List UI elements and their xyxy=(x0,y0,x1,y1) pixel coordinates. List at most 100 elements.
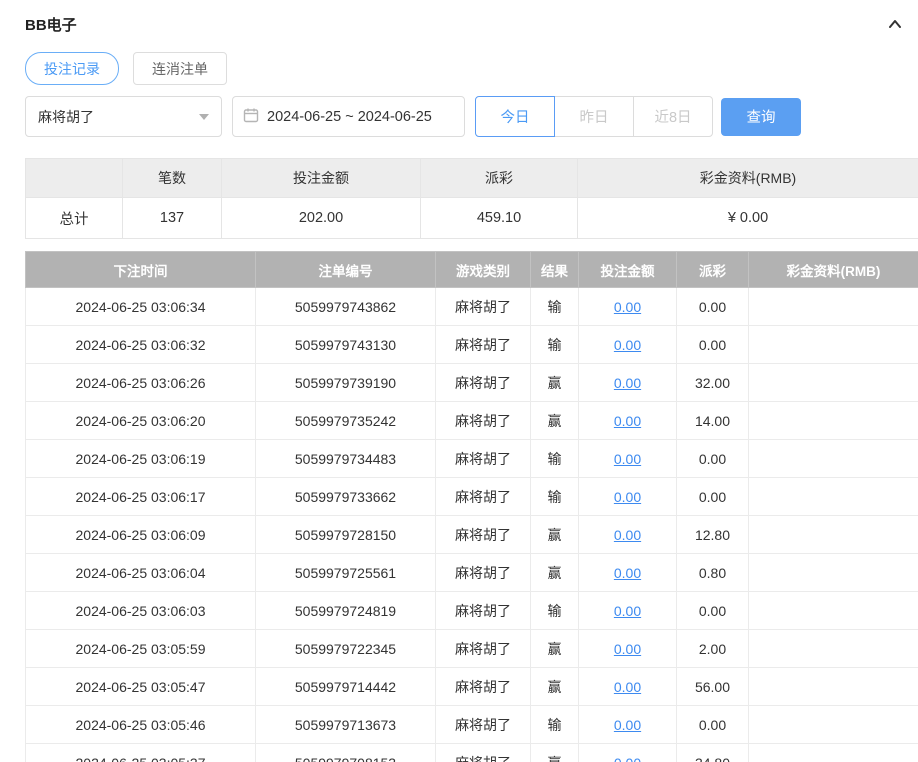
cell-bet-amount: 0.00 xyxy=(578,287,677,326)
cell-result: 输 xyxy=(530,591,579,630)
cell-bonus xyxy=(748,401,918,440)
game-type-select[interactable]: 麻将胡了 xyxy=(25,96,222,137)
table-row: 2024-06-25 03:05:47 5059979714442 麻将胡了 赢… xyxy=(25,667,918,706)
bet-amount-link[interactable]: 0.00 xyxy=(614,375,641,391)
cell-bet-amount: 0.00 xyxy=(578,363,677,402)
cell-game-type: 麻将胡了 xyxy=(435,515,531,554)
cell-order-id: 5059979713673 xyxy=(255,705,436,744)
cell-bet-amount: 0.00 xyxy=(578,743,677,762)
cell-game-type: 麻将胡了 xyxy=(435,401,531,440)
cell-bonus xyxy=(748,363,918,402)
cell-bonus xyxy=(748,325,918,364)
cell-bet-time: 2024-06-25 03:05:47 xyxy=(25,667,256,706)
cell-order-id: 5059979714442 xyxy=(255,667,436,706)
table-row: 2024-06-25 03:06:04 5059979725561 麻将胡了 赢… xyxy=(25,553,918,592)
cell-order-id: 5059979728150 xyxy=(255,515,436,554)
bet-amount-link[interactable]: 0.00 xyxy=(614,337,641,353)
bet-amount-link[interactable]: 0.00 xyxy=(614,565,641,581)
bet-amount-link[interactable]: 0.00 xyxy=(614,451,641,467)
cell-bet-amount: 0.00 xyxy=(578,629,677,668)
cell-bonus xyxy=(748,743,918,762)
cell-bonus xyxy=(748,705,918,744)
cell-game-type: 麻将胡了 xyxy=(435,743,531,762)
calendar-icon xyxy=(243,107,259,127)
cell-payout: 34.80 xyxy=(676,743,749,762)
cell-game-type: 麻将胡了 xyxy=(435,667,531,706)
cell-order-id: 5059979743130 xyxy=(255,325,436,364)
summary-total-bonus: ¥ 0.00 xyxy=(577,197,918,239)
tab-bar: 投注记录 连消注单 xyxy=(25,52,918,85)
cell-order-id: 5059979734483 xyxy=(255,439,436,478)
cell-bet-amount: 0.00 xyxy=(578,477,677,516)
cell-payout: 0.00 xyxy=(676,287,749,326)
cell-payout: 32.00 xyxy=(676,363,749,402)
summary-header-blank xyxy=(25,158,123,198)
table-row: 2024-06-25 03:05:59 5059979722345 麻将胡了 赢… xyxy=(25,629,918,668)
cell-bet-time: 2024-06-25 03:06:09 xyxy=(25,515,256,554)
table-row: 2024-06-25 03:05:37 5059979708153 麻将胡了 赢… xyxy=(25,743,918,762)
summary-header-bet-amount: 投注金额 xyxy=(221,158,421,198)
cell-result: 赢 xyxy=(530,743,579,762)
cell-result: 赢 xyxy=(530,667,579,706)
cell-bonus xyxy=(748,553,918,592)
summary-table: 笔数 投注金额 派彩 彩金资料(RMB) 总计 137 202.00 459.1… xyxy=(25,158,918,239)
table-row: 2024-06-25 03:05:46 5059979713673 麻将胡了 输… xyxy=(25,705,918,744)
summary-header-payout: 派彩 xyxy=(420,158,578,198)
cell-payout: 0.00 xyxy=(676,325,749,364)
bet-amount-link[interactable]: 0.00 xyxy=(614,679,641,695)
cell-game-type: 麻将胡了 xyxy=(435,363,531,402)
cell-bet-time: 2024-06-25 03:05:46 xyxy=(25,705,256,744)
cell-bonus xyxy=(748,477,918,516)
cell-payout: 0.00 xyxy=(676,705,749,744)
cell-bonus xyxy=(748,629,918,668)
cell-bet-amount: 0.00 xyxy=(578,553,677,592)
cell-bet-time: 2024-06-25 03:06:34 xyxy=(25,287,256,326)
header-result: 结果 xyxy=(530,251,579,288)
cell-bonus xyxy=(748,515,918,554)
bet-table-body: 2024-06-25 03:06:34 5059979743862 麻将胡了 输… xyxy=(25,287,918,762)
bet-amount-link[interactable]: 0.00 xyxy=(614,527,641,543)
quick-date-button-group: 今日 昨日 近8日 xyxy=(475,96,713,137)
cell-game-type: 麻将胡了 xyxy=(435,439,531,478)
cell-result: 输 xyxy=(530,477,579,516)
cell-payout: 0.00 xyxy=(676,439,749,478)
quick-filter-last8days-button[interactable]: 近8日 xyxy=(633,96,713,137)
game-type-select-value: 麻将胡了 xyxy=(38,108,94,125)
tab-cancelled-orders[interactable]: 连消注单 xyxy=(133,52,227,85)
bet-amount-link[interactable]: 0.00 xyxy=(614,717,641,733)
cell-bet-time: 2024-06-25 03:06:03 xyxy=(25,591,256,630)
bet-records-table: 下注时间 注单编号 游戏类别 结果 投注金额 派彩 彩金资料(RMB) 2024… xyxy=(25,251,918,762)
bet-amount-link[interactable]: 0.00 xyxy=(614,413,641,429)
bet-amount-link[interactable]: 0.00 xyxy=(614,489,641,505)
cell-result: 赢 xyxy=(530,515,579,554)
bet-amount-link[interactable]: 0.00 xyxy=(614,641,641,657)
table-row: 2024-06-25 03:06:26 5059979739190 麻将胡了 赢… xyxy=(25,363,918,402)
cell-game-type: 麻将胡了 xyxy=(435,325,531,364)
tab-bet-records[interactable]: 投注记录 xyxy=(25,52,119,85)
quick-filter-today-button[interactable]: 今日 xyxy=(475,96,555,137)
cell-result: 赢 xyxy=(530,629,579,668)
cell-order-id: 5059979735242 xyxy=(255,401,436,440)
cell-payout: 0.00 xyxy=(676,477,749,516)
search-button[interactable]: 查询 xyxy=(721,97,801,136)
bet-amount-link[interactable]: 0.00 xyxy=(614,603,641,619)
header-bet-amount: 投注金额 xyxy=(578,251,677,288)
cell-bet-time: 2024-06-25 03:05:37 xyxy=(25,743,256,762)
bet-amount-link[interactable]: 0.00 xyxy=(614,755,641,762)
cell-game-type: 麻将胡了 xyxy=(435,629,531,668)
cell-game-type: 麻将胡了 xyxy=(435,553,531,592)
bet-amount-link[interactable]: 0.00 xyxy=(614,299,641,315)
cell-result: 赢 xyxy=(530,363,579,402)
cell-result: 赢 xyxy=(530,401,579,440)
cell-bonus xyxy=(748,439,918,478)
table-row: 2024-06-25 03:06:17 5059979733662 麻将胡了 输… xyxy=(25,477,918,516)
collapse-chevron-up-icon[interactable] xyxy=(886,15,904,33)
date-range-picker[interactable]: 2024-06-25 ~ 2024-06-25 xyxy=(232,96,465,137)
cell-bet-amount: 0.00 xyxy=(578,591,677,630)
cell-result: 输 xyxy=(530,325,579,364)
header-game-type: 游戏类别 xyxy=(435,251,531,288)
quick-filter-yesterday-button[interactable]: 昨日 xyxy=(554,96,634,137)
cell-bonus xyxy=(748,667,918,706)
cell-bet-amount: 0.00 xyxy=(578,401,677,440)
caret-down-icon xyxy=(199,113,209,120)
